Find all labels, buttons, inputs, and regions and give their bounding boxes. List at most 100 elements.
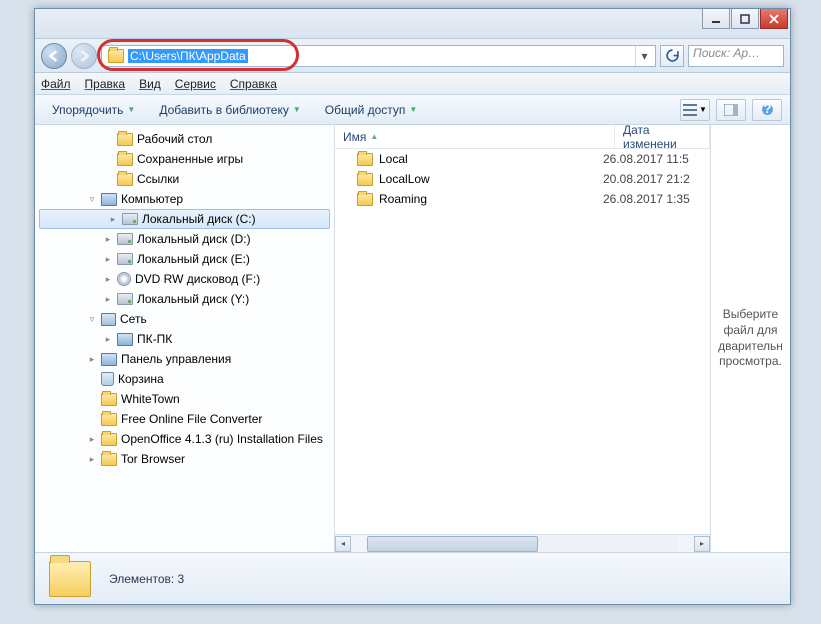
file-name: Roaming — [379, 192, 427, 206]
file-name: Local — [379, 152, 408, 166]
tree-label: Рабочий стол — [137, 132, 212, 146]
file-date: 20.08.2017 21:2 — [603, 172, 690, 186]
menu-file[interactable]: Файл — [41, 77, 71, 91]
organize-button[interactable]: Упорядочить▼ — [43, 99, 144, 121]
minimize-button[interactable] — [702, 9, 730, 29]
file-list: Имя▲ Дата изменени Local26.08.2017 11:5L… — [335, 125, 710, 552]
tree-label: Локальный диск (C:) — [142, 212, 256, 226]
maximize-button[interactable] — [731, 9, 759, 29]
folder-icon — [357, 193, 373, 206]
scroll-left-button[interactable]: ◂ — [335, 536, 351, 552]
folder-icon — [117, 133, 133, 146]
tree-label: Панель управления — [121, 352, 231, 366]
back-button[interactable] — [41, 43, 67, 69]
tree-item[interactable]: Ссылки — [35, 169, 334, 189]
col-name[interactable]: Имя▲ — [335, 125, 615, 148]
tree-item[interactable]: ▸Tor Browser — [35, 449, 334, 469]
col-modified[interactable]: Дата изменени — [615, 125, 710, 148]
folder-icon — [357, 173, 373, 186]
tree-item[interactable]: Корзина — [35, 369, 334, 389]
file-row[interactable]: Roaming 26.08.2017 1:35 — [335, 189, 710, 209]
file-name: LocalLow — [379, 172, 430, 186]
toolbar: Упорядочить▼ Добавить в библиотеку▼ Общи… — [35, 95, 790, 125]
folder-icon — [117, 153, 133, 166]
nav-tree[interactable]: Рабочий стол Сохраненные игры Ссылки ▿Компь… — [35, 125, 335, 552]
tree-label: OpenOffice 4.1.3 (ru) Installation Files — [121, 432, 323, 446]
drive-icon — [122, 213, 138, 225]
tree-item[interactable]: ▿Компьютер — [35, 189, 334, 209]
file-row[interactable]: Local 26.08.2017 11:5 — [335, 149, 710, 169]
tree-item[interactable]: ▸ПК-ПК — [35, 329, 334, 349]
menu-tools[interactable]: Сервис — [175, 77, 216, 91]
comp-icon — [117, 333, 133, 346]
file-date: 26.08.2017 11:5 — [603, 152, 689, 166]
address-bar[interactable]: C:\Users\ПК\AppData ▾ — [101, 45, 656, 67]
address-dropdown-icon[interactable]: ▾ — [635, 46, 653, 66]
tree-label: WhiteTown — [121, 392, 180, 406]
tree-label: Локальный диск (Y:) — [137, 292, 249, 306]
svg-text:?: ? — [763, 103, 771, 116]
help-button[interactable]: ? — [752, 99, 782, 121]
menu-bar: Файл Правка Вид Сервис Справка — [35, 73, 790, 95]
tree-label: Tor Browser — [121, 452, 185, 466]
tree-item[interactable]: ▸Локальный диск (Y:) — [35, 289, 334, 309]
drive-icon — [117, 293, 133, 305]
file-date: 26.08.2017 1:35 — [603, 192, 690, 206]
disc-icon — [117, 272, 131, 286]
folder-icon — [108, 49, 124, 63]
comp-icon — [101, 353, 117, 366]
tree-label: ПК-ПК — [137, 332, 172, 346]
tree-label: Корзина — [118, 372, 164, 386]
tree-item[interactable]: ▸OpenOffice 4.1.3 (ru) Installation File… — [35, 429, 334, 449]
net-icon — [101, 313, 116, 326]
status-bar: Элементов: 3 — [35, 552, 790, 604]
tree-label: DVD RW дисковод (F:) — [135, 272, 260, 286]
column-headers[interactable]: Имя▲ Дата изменени — [335, 125, 710, 149]
tree-item[interactable]: ▿Сеть — [35, 309, 334, 329]
file-row[interactable]: LocalLow 20.08.2017 21:2 — [335, 169, 710, 189]
status-text: Элементов: 3 — [109, 572, 184, 586]
tree-label: Компьютер — [121, 192, 183, 206]
tree-item[interactable]: ▸Панель управления — [35, 349, 334, 369]
tree-label: Локальный диск (D:) — [137, 232, 251, 246]
tree-item[interactable]: ▸Локальный диск (C:) — [39, 209, 330, 229]
folder-icon — [49, 561, 91, 597]
folder-icon — [101, 413, 117, 426]
tree-item[interactable]: ▸DVD RW дисковод (F:) — [35, 269, 334, 289]
explorer-window: C:\Users\ПК\AppData ▾ Поиск: Ap… Файл Пр… — [34, 8, 791, 605]
view-options-button[interactable]: ▼ — [680, 99, 710, 121]
folder-icon — [117, 173, 133, 186]
refresh-button[interactable] — [660, 45, 684, 67]
close-button[interactable] — [760, 9, 788, 29]
tree-label: Сохраненные игры — [137, 152, 243, 166]
addlib-button[interactable]: Добавить в библиотеку▼ — [150, 99, 309, 121]
address-path[interactable]: C:\Users\ПК\AppData — [128, 49, 248, 63]
tree-label: Локальный диск (E:) — [137, 252, 250, 266]
titlebar[interactable] — [35, 9, 790, 39]
bin-icon — [101, 372, 114, 386]
tree-label: Free Online File Converter — [121, 412, 262, 426]
forward-button[interactable] — [71, 43, 97, 69]
menu-edit[interactable]: Правка — [85, 77, 126, 91]
scroll-thumb[interactable] — [367, 536, 538, 552]
tree-item[interactable]: Сохраненные игры — [35, 149, 334, 169]
tree-item[interactable]: ▸Локальный диск (E:) — [35, 249, 334, 269]
menu-help[interactable]: Справка — [230, 77, 277, 91]
folder-icon — [357, 153, 373, 166]
folder-icon — [101, 393, 117, 406]
search-input[interactable]: Поиск: Ap… — [688, 45, 784, 67]
folder-icon — [101, 433, 117, 446]
tree-label: Ссылки — [137, 172, 179, 186]
preview-pane-button[interactable] — [716, 99, 746, 121]
tree-label: Сеть — [120, 312, 147, 326]
tree-item[interactable]: ▸Локальный диск (D:) — [35, 229, 334, 249]
menu-view[interactable]: Вид — [139, 77, 161, 91]
comp-icon — [101, 193, 117, 206]
tree-item[interactable]: Рабочий стол — [35, 129, 334, 149]
tree-item[interactable]: WhiteTown — [35, 389, 334, 409]
nav-row: C:\Users\ПК\AppData ▾ Поиск: Ap… — [35, 39, 790, 73]
tree-item[interactable]: Free Online File Converter — [35, 409, 334, 429]
horizontal-scrollbar[interactable]: ◂ ▸ — [335, 534, 710, 552]
scroll-right-button[interactable]: ▸ — [694, 536, 710, 552]
share-button[interactable]: Общий доступ▼ — [316, 99, 427, 121]
